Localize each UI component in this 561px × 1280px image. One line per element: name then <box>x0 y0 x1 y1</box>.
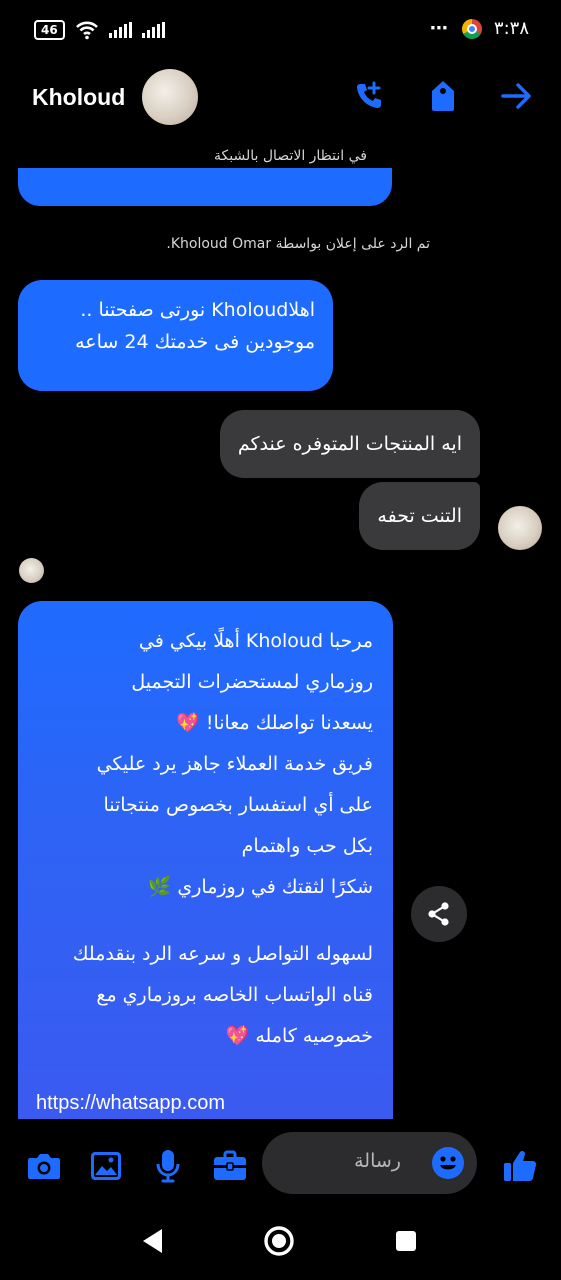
message-text-line: شكرًا لثقتك في روزماري 🌿 <box>147 876 373 898</box>
back-nav-icon[interactable] <box>136 1224 170 1258</box>
share-icon <box>428 902 449 926</box>
network-type-badge: 46 <box>34 20 65 40</box>
outgoing-message-bubble[interactable]: التنت تحفه <box>359 482 480 550</box>
chrome-icon <box>461 18 482 39</box>
recents-nav-icon[interactable] <box>389 1224 423 1258</box>
message-input[interactable]: رسالة <box>262 1132 477 1194</box>
status-left: 46 <box>34 20 165 40</box>
partial-message-bubble[interactable] <box>18 168 392 206</box>
user-avatar[interactable] <box>498 506 542 550</box>
message-text-line: خصوصيه كامله 💖 <box>225 1025 373 1047</box>
emoji-icon[interactable] <box>431 1146 465 1180</box>
message-text-line: موجودين فى خدمتك 24 ساعه <box>75 331 315 353</box>
chat-header: Kholoud <box>0 62 561 134</box>
incoming-message-bubble[interactable]: مرحبا Kholoud أهلًا بيكي في روزماري لمست… <box>18 601 393 1119</box>
message-placeholder: رسالة <box>354 1150 401 1172</box>
clock: ٣:٣٨ <box>493 18 529 39</box>
contact-name[interactable]: Kholoud <box>32 84 125 111</box>
add-call-icon[interactable] <box>349 76 389 116</box>
message-text-line: مرحبا Kholoud أهلًا بيكي في <box>138 630 373 652</box>
network-status: في انتظار الاتصال بالشبكة <box>214 148 367 164</box>
ad-reply-note: تم الرد على إعلان بواسطة Kholoud Omar. <box>166 236 430 252</box>
contact-avatar[interactable] <box>142 69 198 125</box>
share-button[interactable] <box>411 886 467 942</box>
incoming-message-bubble[interactable]: اهلاKholoud نورتى صفحتنا .. موجودين فى خ… <box>18 280 333 391</box>
message-text-line: بكل حب واهتمام <box>241 835 373 857</box>
message-text: التنت تحفه <box>377 505 462 527</box>
message-text-line: قناه الواتساب الخاصه بروزماري مع <box>96 984 373 1006</box>
status-bar: 46 ⋯ ٣:٣٨ <box>0 0 561 62</box>
gallery-icon[interactable] <box>86 1146 126 1186</box>
outgoing-message-bubble[interactable]: ايه المنتجات المتوفره عندكم <box>219 410 480 478</box>
system-nav-bar <box>0 1200 561 1280</box>
thumbs-up-icon[interactable] <box>500 1146 540 1186</box>
message-text: ايه المنتجات المتوفره عندكم <box>237 433 462 455</box>
microphone-icon[interactable] <box>148 1146 188 1186</box>
forward-arrow-icon[interactable] <box>497 76 537 116</box>
briefcase-icon[interactable] <box>210 1146 250 1186</box>
home-nav-icon[interactable] <box>262 1224 296 1258</box>
camera-icon[interactable] <box>24 1146 64 1186</box>
status-right: ⋯ ٣:٣٨ <box>430 18 529 39</box>
message-composer: رسالة <box>0 1130 561 1200</box>
more-notifications-icon: ⋯ <box>429 18 450 39</box>
tag-icon[interactable] <box>423 76 463 116</box>
signal-strength-icon-2 <box>141 22 165 38</box>
whatsapp-link[interactable]: https://whatsapp.com <box>36 1083 373 1119</box>
signal-strength-icon <box>108 22 132 38</box>
contact-avatar-small[interactable] <box>19 558 44 583</box>
message-text-line: يسعدنا تواصلك معانا! 💖 <box>176 712 373 734</box>
message-text-line: فريق خدمة العملاء جاهز يرد عليكي <box>96 753 373 775</box>
message-text-line: روزماري لمستحضرات التجميل <box>131 671 373 693</box>
message-text-line: اهلاKholoud نورتى صفحتنا .. <box>80 299 315 321</box>
message-text-line: لسهوله التواصل و سرعه الرد بنقدملك <box>72 943 373 965</box>
message-text-line: على أي استفسار بخصوص منتجاتنا <box>103 794 373 816</box>
wifi-icon <box>75 21 98 40</box>
